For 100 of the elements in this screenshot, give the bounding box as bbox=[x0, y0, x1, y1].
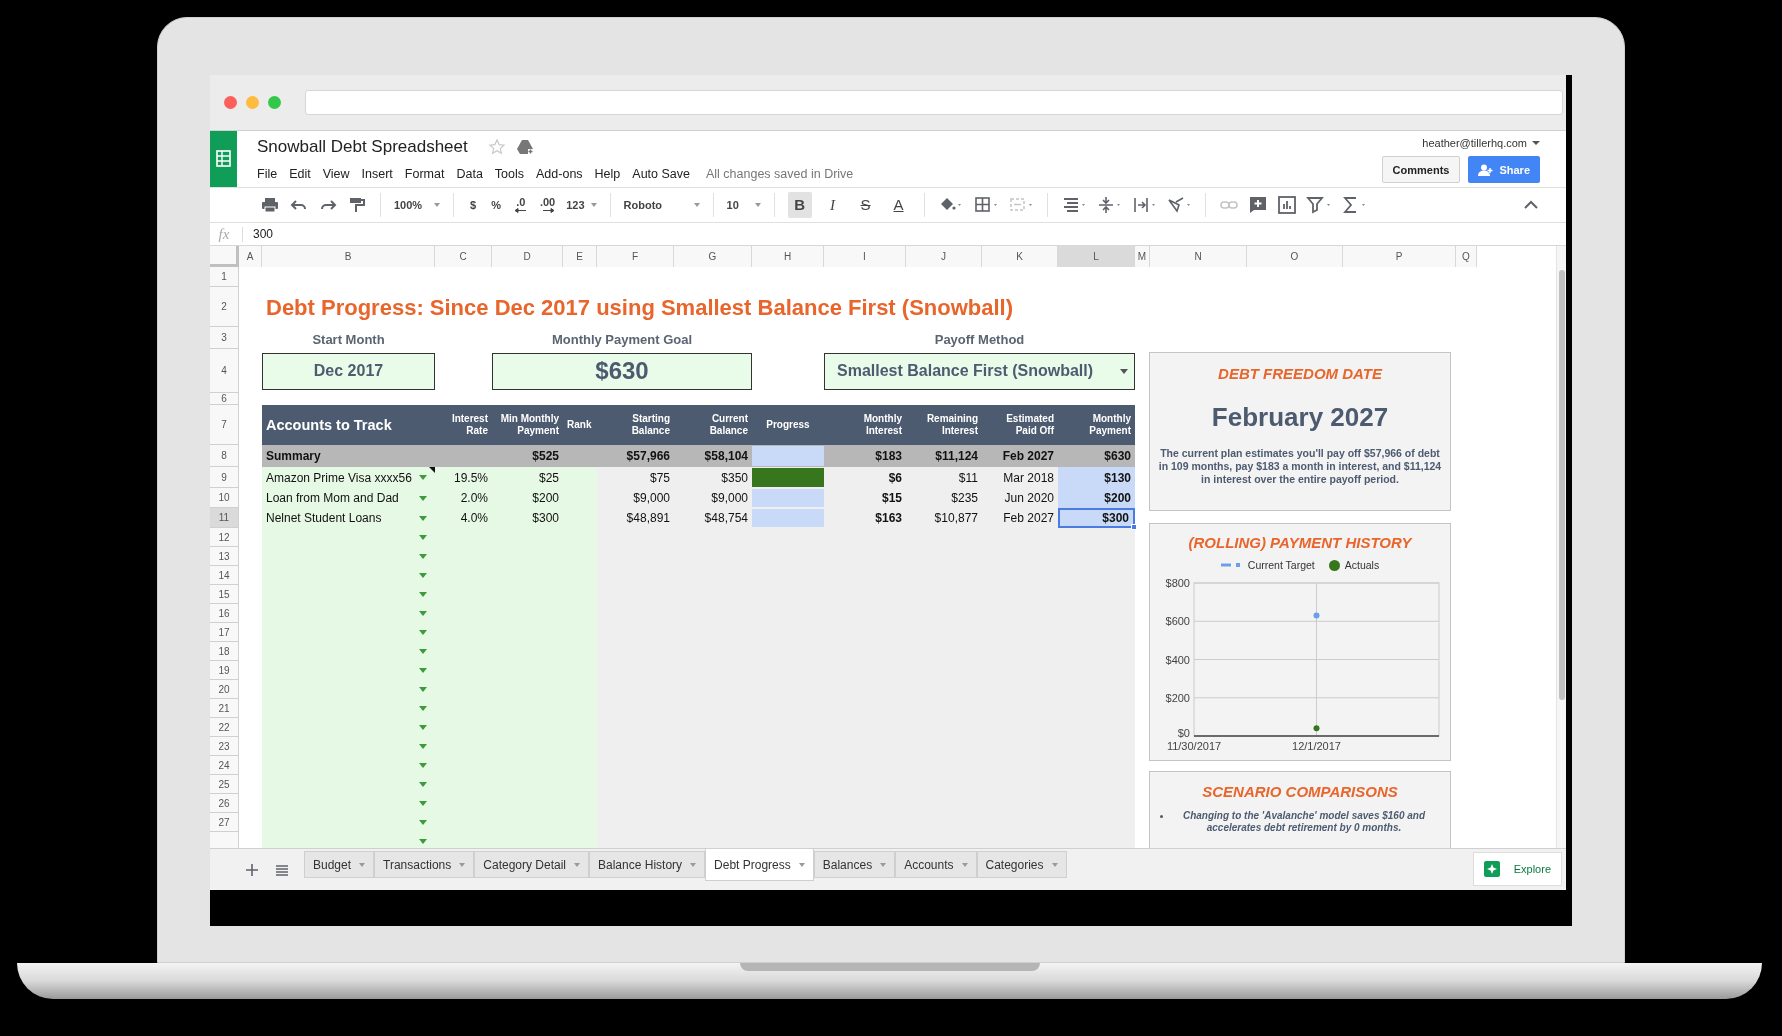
row-header[interactable]: 8 bbox=[210, 445, 239, 467]
dropdown-caret-icon[interactable] bbox=[419, 744, 427, 749]
dropdown-caret-icon[interactable] bbox=[419, 687, 427, 692]
column-header[interactable]: A bbox=[239, 246, 262, 267]
dropdown-caret-icon[interactable] bbox=[419, 668, 427, 673]
add-sheet-icon[interactable] bbox=[246, 864, 258, 876]
dropdown-caret-icon[interactable] bbox=[419, 573, 427, 578]
row-header[interactable]: 19 bbox=[210, 661, 239, 680]
menu-item[interactable]: Tools bbox=[494, 165, 525, 185]
column-header[interactable]: C bbox=[435, 246, 492, 267]
sheet-tab[interactable]: Debt Progress bbox=[705, 849, 814, 881]
sheet-tab[interactable]: Accounts bbox=[895, 851, 977, 878]
sheet-tab[interactable]: Transactions bbox=[374, 851, 475, 878]
column-header[interactable]: O bbox=[1247, 246, 1343, 267]
row-header[interactable]: 16 bbox=[210, 604, 239, 623]
increase-decimals-button[interactable]: .00 bbox=[537, 197, 558, 213]
row-header[interactable]: 26 bbox=[210, 794, 239, 813]
column-header[interactable]: N bbox=[1150, 246, 1247, 267]
menu-item[interactable]: Insert bbox=[361, 165, 393, 185]
dropdown-caret-icon[interactable] bbox=[419, 649, 427, 654]
filter-icon[interactable] bbox=[1305, 195, 1332, 215]
percent-button[interactable]: % bbox=[488, 196, 504, 214]
column-header[interactable]: F bbox=[597, 246, 674, 267]
menu-item[interactable]: Format bbox=[404, 165, 445, 185]
dropdown-caret-icon[interactable] bbox=[419, 495, 427, 501]
dropdown-caret-icon[interactable] bbox=[419, 611, 427, 616]
row-header[interactable]: 1 bbox=[210, 267, 239, 287]
font-select[interactable]: Roboto bbox=[623, 196, 700, 214]
row-header[interactable]: 27 bbox=[210, 813, 239, 832]
menu-item[interactable]: Auto Save bbox=[632, 165, 690, 185]
sheet-tab[interactable]: Balance History bbox=[589, 851, 706, 878]
sheet-list-icon[interactable] bbox=[276, 865, 288, 876]
dropdown-caret-icon[interactable] bbox=[419, 554, 427, 559]
row-header[interactable]: 3 bbox=[210, 327, 239, 349]
currency-button[interactable]: $ bbox=[467, 196, 480, 214]
row-header[interactable]: 17 bbox=[210, 623, 239, 642]
chart-icon[interactable] bbox=[1276, 195, 1297, 215]
column-header[interactable]: P bbox=[1343, 246, 1456, 267]
decrease-decimals-button[interactable]: .0 bbox=[512, 197, 529, 213]
caret-icon[interactable] bbox=[1532, 140, 1540, 146]
row-header[interactable]: 25 bbox=[210, 775, 239, 794]
select-all-corner[interactable] bbox=[210, 246, 239, 267]
menu-item[interactable]: Data bbox=[456, 165, 483, 185]
dropdown-caret-icon[interactable] bbox=[419, 475, 427, 480]
dropdown-caret-icon[interactable] bbox=[419, 820, 427, 825]
row-header[interactable]: 13 bbox=[210, 547, 239, 566]
menu-item[interactable]: Help bbox=[594, 165, 621, 185]
menu-item[interactable]: Add-ons bbox=[536, 165, 583, 185]
row-header[interactable]: 21 bbox=[210, 699, 239, 718]
star-icon[interactable] bbox=[487, 137, 506, 156]
row-header[interactable]: 23 bbox=[210, 737, 239, 756]
column-header[interactable]: K bbox=[982, 246, 1058, 267]
dropdown-caret-icon[interactable] bbox=[419, 763, 427, 768]
menu-item[interactable]: File bbox=[257, 165, 278, 185]
explore-button[interactable]: Explore bbox=[1472, 852, 1562, 886]
formula-input[interactable]: 300 bbox=[247, 225, 274, 243]
column-header[interactable]: B bbox=[262, 246, 435, 267]
row-header[interactable]: 24 bbox=[210, 756, 239, 775]
row-header[interactable]: 20 bbox=[210, 680, 239, 699]
column-header[interactable]: E bbox=[563, 246, 597, 267]
scrollbar-thumb[interactable] bbox=[1558, 270, 1565, 700]
column-header[interactable]: L bbox=[1058, 246, 1135, 267]
sheet-tab[interactable]: Categories bbox=[976, 851, 1067, 878]
sheet-tab[interactable]: Budget bbox=[304, 851, 375, 878]
column-header[interactable]: J bbox=[906, 246, 982, 267]
text-rotation-icon[interactable] bbox=[1165, 195, 1192, 215]
row-header[interactable]: 22 bbox=[210, 718, 239, 737]
row-header[interactable]: 15 bbox=[210, 585, 239, 604]
sigma-icon[interactable] bbox=[1340, 195, 1367, 215]
account-email[interactable]: heather@tillerhq.com bbox=[1422, 134, 1527, 152]
column-header[interactable]: D bbox=[492, 246, 563, 267]
share-button[interactable]: Share bbox=[1468, 156, 1540, 184]
sheets-logo[interactable] bbox=[210, 131, 237, 187]
row-header[interactable]: 2 bbox=[210, 287, 239, 327]
table-cell[interactable]: Amazon Prime Visa xxxx56 bbox=[262, 467, 435, 488]
drive-icon[interactable] bbox=[515, 137, 534, 156]
scrollbar[interactable] bbox=[1556, 246, 1566, 848]
zoom-select[interactable]: 100% bbox=[394, 196, 440, 214]
zoom-button[interactable] bbox=[268, 96, 281, 109]
dropdown-caret-icon[interactable] bbox=[419, 801, 427, 806]
input-field[interactable]: Dec 2017 bbox=[262, 352, 435, 390]
comment-icon[interactable] bbox=[1247, 195, 1268, 215]
paint-roller-icon[interactable] bbox=[347, 195, 367, 215]
table-cell[interactable]: Nelnet Student Loans bbox=[262, 508, 435, 528]
row-header[interactable]: 12 bbox=[210, 528, 239, 547]
sheet-tab[interactable]: Balances bbox=[813, 851, 896, 878]
row-header[interactable]: 11 bbox=[210, 508, 239, 528]
collapse-icon[interactable] bbox=[1524, 200, 1538, 210]
fill-handle[interactable] bbox=[1131, 524, 1137, 530]
strikethrough-button[interactable]: S bbox=[853, 192, 878, 218]
comments-button[interactable]: Comments bbox=[1381, 156, 1461, 184]
sheet-tab[interactable]: Category Detail bbox=[474, 851, 589, 878]
number-format-select[interactable]: 123 bbox=[566, 196, 597, 214]
row-header[interactable]: 18 bbox=[210, 642, 239, 661]
row-header[interactable]: 14 bbox=[210, 566, 239, 585]
dropdown-caret-icon[interactable] bbox=[419, 839, 427, 844]
bold-button[interactable]: B bbox=[787, 192, 812, 218]
row-header[interactable]: 9 bbox=[210, 467, 239, 488]
menu-item[interactable]: View bbox=[322, 165, 350, 185]
font-size-select[interactable]: 10 bbox=[726, 196, 761, 214]
